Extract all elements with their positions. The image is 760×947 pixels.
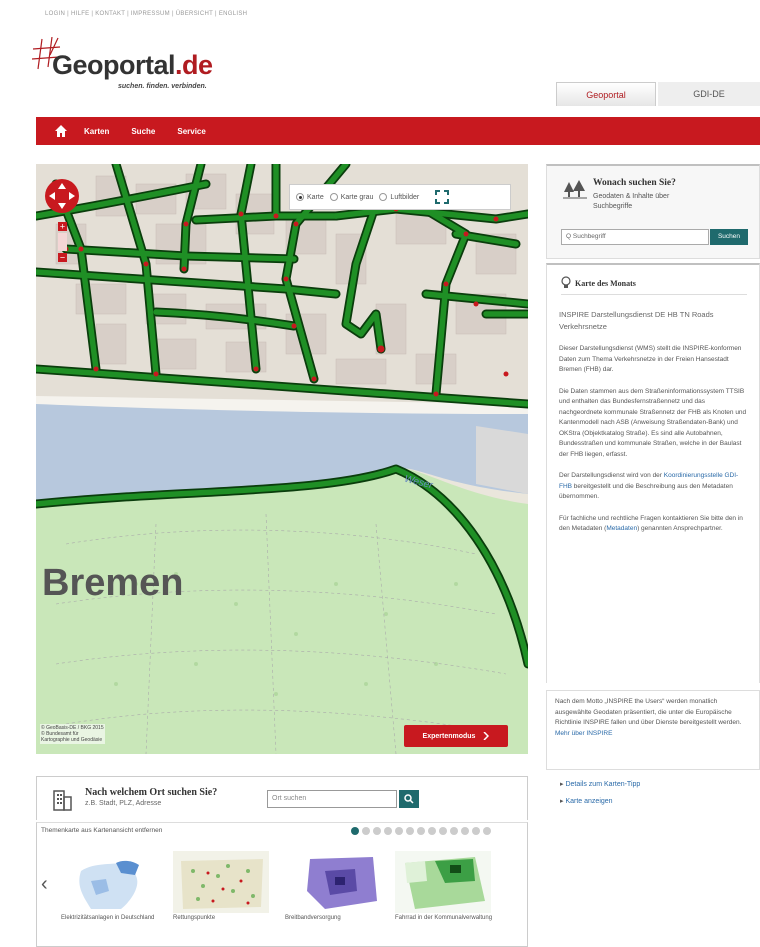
details-link[interactable]: Details zum Karten-Tipp (560, 776, 640, 793)
place-search-button[interactable] (399, 790, 419, 808)
radio-icon (296, 193, 304, 201)
paragraph: Der Darstellungsdienst wird von der Koor… (559, 472, 739, 500)
theme-map-carousel: Themenkarte aus Kartenansicht entfernen … (36, 822, 528, 947)
map-city-label: Bremen (42, 562, 184, 604)
theme-caption: Fahrrad in der Kommunalverwaltung (395, 915, 493, 921)
search-input[interactable]: Q Suchbegriff (561, 229, 709, 245)
theme-strip-label[interactable]: Themenkarte aus Kartenansicht entfernen (41, 827, 162, 834)
inspire-text: Nach dem Motto „INSPIRE the Users“ werde… (555, 698, 742, 726)
logo-slogan: suchen. finden. verbinden. (118, 83, 207, 90)
map-of-month-panel: Karte des Monats INSPIRE Darstellungsdie… (546, 263, 760, 683)
map-of-month-header: Karte des Monats (561, 273, 747, 295)
carousel-dot[interactable] (450, 827, 458, 835)
nav-item-karten[interactable]: Karten (84, 127, 109, 136)
metadata-link[interactable]: Metadaten (606, 525, 637, 532)
paragraph: Für fachliche und rechtliche Fragen kont… (559, 514, 743, 533)
show-map-link[interactable]: Karte anzeigen (560, 793, 640, 810)
pan-control-icon[interactable]: + − (44, 178, 84, 278)
radio-icon (379, 193, 388, 201)
theme-thumbnail[interactable] (285, 851, 381, 913)
carousel-dot[interactable] (395, 827, 403, 835)
search-panel-subtitle: Geodaten & Inhalte über Suchbegriffe (593, 193, 670, 210)
fullscreen-icon[interactable] (435, 190, 450, 204)
search-panel-title: Wonach suchen Sie? (593, 178, 676, 188)
inspire-info-box: Nach dem Motto „INSPIRE the Users“ werde… (546, 690, 760, 770)
utility-links[interactable]: LOGIN | HILFE | KONTAKT | IMPRESSUM | ÜB… (45, 11, 247, 17)
carousel-dot[interactable] (439, 827, 447, 835)
theme-thumbnail[interactable] (61, 851, 157, 913)
carousel-dot[interactable] (384, 827, 392, 835)
home-icon[interactable] (54, 124, 68, 138)
carousel-dot[interactable] (483, 827, 491, 835)
map-of-month-title: Karte des Monats (575, 279, 636, 288)
layer-switcher: Karte Karte grau Luftbilder (289, 184, 511, 210)
layer-option-luftbilder[interactable]: Luftbilder (379, 193, 419, 201)
carousel-dot[interactable] (351, 827, 359, 835)
nav-item-suche[interactable]: Suche (131, 127, 155, 136)
map-attribution: © GeoBasis-DE / BKG 2015 © Bundesamt für… (40, 724, 105, 744)
map-viewer[interactable]: + − Karte Karte grau Luftbilder Weser Br… (36, 164, 528, 754)
map-canvas[interactable] (36, 164, 528, 754)
bulb-icon (561, 276, 571, 288)
carousel-dot[interactable] (461, 827, 469, 835)
logo-text: Geoportal.de (52, 50, 213, 80)
search-panel: Wonach suchen Sie? Geodaten & Inhalte üb… (546, 164, 760, 259)
trees-icon (563, 180, 587, 199)
layer-option-karte[interactable]: Karte (296, 193, 324, 201)
tab-gdi-de[interactable]: GDI-DE (658, 82, 760, 106)
map-of-month-headline: INSPIRE Darstellungsdienst DE HB TN Road… (559, 310, 714, 331)
radio-icon (329, 193, 338, 201)
place-search-subtitle: z.B. Stadt, PLZ, Adresse (85, 800, 162, 807)
search-icon: Q (566, 233, 573, 240)
layer-option-karte-grau[interactable]: Karte grau (329, 193, 373, 201)
inspire-more-link[interactable]: Mehr über INSPIRE (555, 729, 751, 740)
map-of-month-text: INSPIRE Darstellungsdienst DE HB TN Road… (559, 309, 749, 546)
carousel-dot[interactable] (406, 827, 414, 835)
geoportal-logo[interactable]: Geoportal.de suchen. finden. verbinden. (32, 35, 252, 100)
site-tabs: Geoportal GDI-DE (556, 82, 760, 106)
main-navigation: Karten Suche Service (36, 117, 760, 145)
theme-caption: Elektrizitätsanlagen in Deutschland (61, 915, 155, 921)
chevron-left-icon[interactable]: ‹ (41, 873, 48, 896)
search-button[interactable]: Suchen (710, 229, 748, 245)
carousel-dot[interactable] (373, 827, 381, 835)
tab-geoportal[interactable]: Geoportal (556, 82, 656, 106)
place-search-title: Nach welchem Ort suchen Sie? (85, 787, 218, 798)
paragraph: Dieser Darstellungsdienst (WMS) stellt d… (559, 345, 742, 373)
svg-text:−: − (60, 253, 65, 263)
theme-caption: Breitbandversorgung (285, 915, 341, 921)
nav-item-service[interactable]: Service (177, 127, 205, 136)
carousel-dots (351, 827, 491, 835)
place-search-panel: Nach welchem Ort suchen Sie? z.B. Stadt,… (36, 776, 528, 820)
theme-thumbnail[interactable] (395, 851, 491, 913)
carousel-dot[interactable] (428, 827, 436, 835)
carousel-dot[interactable] (472, 827, 480, 835)
theme-caption: Rettungspunkte (173, 915, 216, 921)
theme-thumbnail[interactable] (173, 851, 269, 913)
place-search-input[interactable]: Ort suchen (267, 790, 397, 808)
side-links: Details zum Karten-Tipp Karte anzeigen (560, 776, 640, 810)
chevron-right-icon (483, 732, 490, 740)
paragraph: Die Daten stammen aus dem Straßeninforma… (559, 387, 747, 458)
carousel-dot[interactable] (417, 827, 425, 835)
svg-text:+: + (60, 222, 65, 232)
carousel-dot[interactable] (362, 827, 370, 835)
building-icon (53, 790, 72, 811)
search-icon (404, 794, 414, 804)
expert-mode-button[interactable]: Expertenmodus (404, 725, 508, 747)
